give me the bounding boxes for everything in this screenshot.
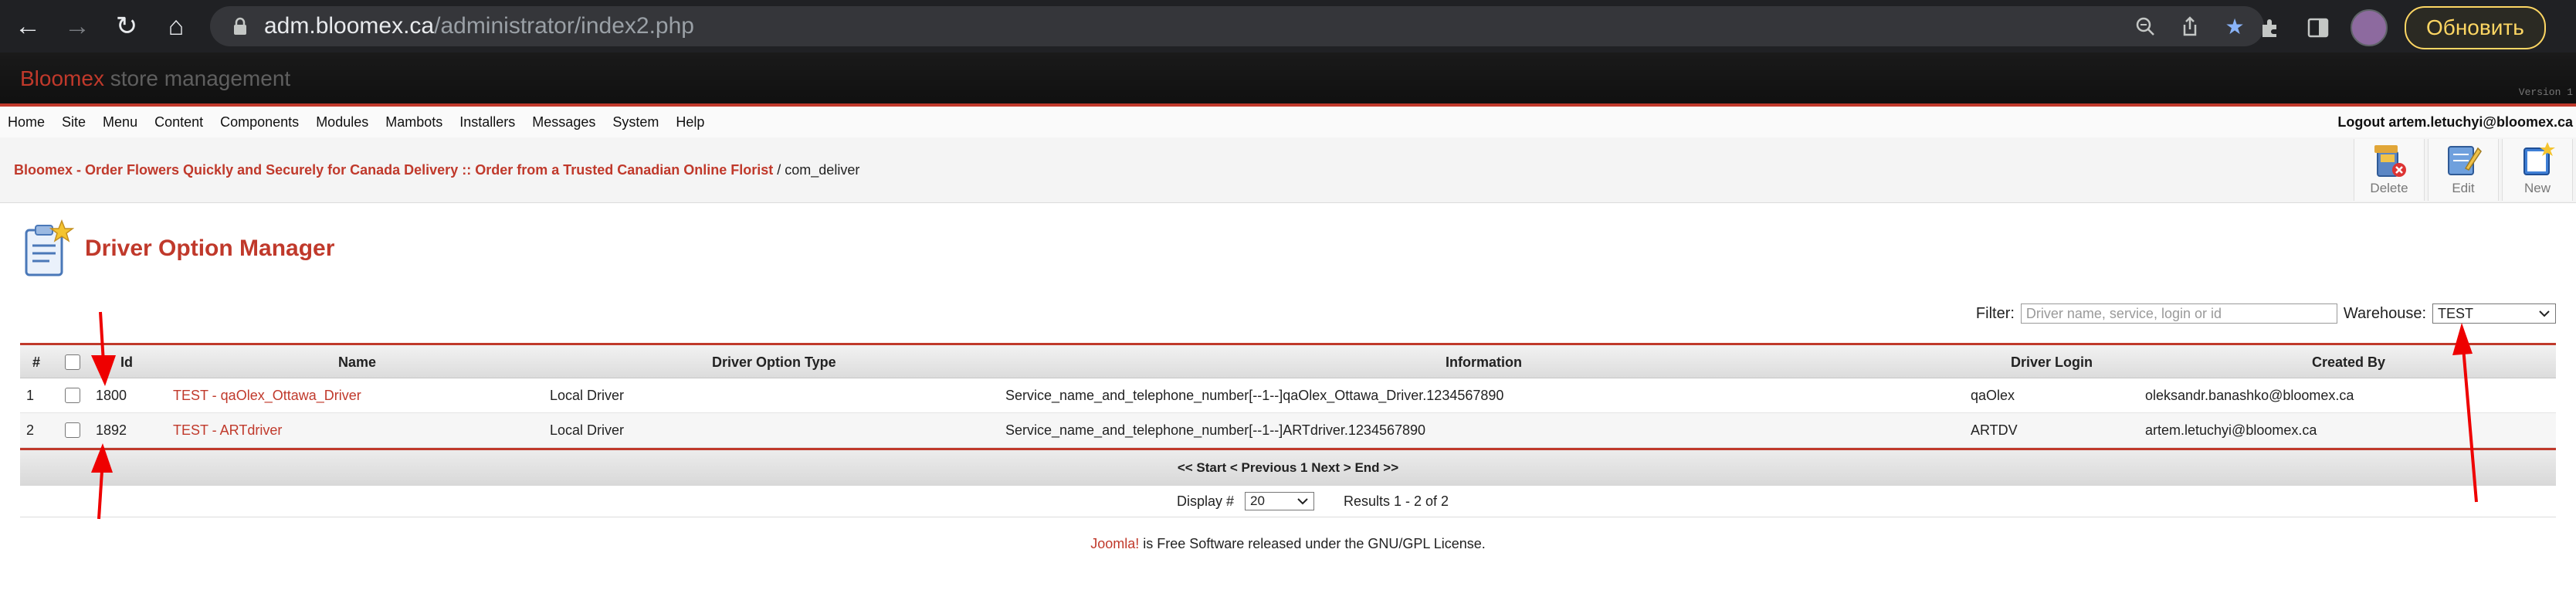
row-name-link[interactable]: TEST - qaOlex_Ottawa_Driver [173,388,361,403]
row-information: Service_name_and_telephone_number[--1--]… [1005,422,1426,438]
action-toolbar: Delete Edit New [2351,139,2573,201]
row-type: Local Driver [550,388,625,403]
menu-mambots[interactable]: Mambots [385,114,442,131]
page-title: Driver Option Manager [85,236,335,261]
menu-home[interactable]: Home [8,114,45,131]
browser-toolbar: ← → ↻ ⌂ adm.bloomex.ca/administrator/ind… [0,0,2576,53]
url-text: adm.bloomex.ca/administrator/index2.php [264,13,694,39]
menu-components[interactable]: Components [220,114,299,131]
row-checkbox[interactable] [65,422,80,438]
breadcrumb-component: com_deliver [785,162,860,178]
column-header-information[interactable]: Information [1446,354,1522,371]
admin-menu-bar: Home Site Menu Content Components Module… [0,107,2576,138]
zoom-icon[interactable] [2130,11,2161,42]
row-driver-login: ARTDV [1971,422,2018,438]
display-count-select[interactable]: 20 [1245,492,1314,510]
new-button[interactable]: New [2502,139,2573,201]
row-number: 1 [26,388,35,403]
row-id: 1800 [96,388,127,403]
warehouse-label: Warehouse: [2343,304,2426,322]
column-header-id[interactable]: Id [120,354,133,371]
menu-modules[interactable]: Modules [316,114,368,131]
menu-installers[interactable]: Installers [459,114,515,131]
logout-link[interactable]: Logout artem.letuchyi@bloomex.ca [2337,114,2573,131]
row-type: Local Driver [550,422,625,438]
menu-site[interactable]: Site [62,114,86,131]
edit-icon [2448,146,2482,175]
address-bar[interactable]: adm.bloomex.ca/administrator/index2.php … [210,6,2264,46]
main-menu: Home Site Menu Content Components Module… [8,114,704,131]
pathway-bar: Bloomex - Order Flowers Quickly and Secu… [0,137,2576,203]
side-panel-icon[interactable] [2303,8,2334,48]
row-information: Service_name_and_telephone_number[--1--]… [1005,388,1504,403]
row-number: 2 [26,422,35,438]
display-row: Display # 20 Results 1 - 2 of 2 [20,486,2556,517]
lock-icon [230,16,250,36]
version-label: Version 1 [2518,86,2573,98]
admin-header: Bloomex store management Version 1 [0,53,2576,103]
column-header-created-by[interactable]: Created By [2312,354,2385,371]
reload-icon[interactable]: ↻ [105,5,148,48]
clipboard-icon [25,219,74,276]
filter-input[interactable] [2020,303,2337,324]
filter-label: Filter: [1975,304,2015,322]
delete-icon [2374,145,2406,177]
menu-system[interactable]: System [612,114,659,131]
row-id: 1892 [96,422,127,438]
filter-row: Filter: Warehouse: TEST [1976,303,2556,324]
edit-button[interactable]: Edit [2428,139,2499,201]
menu-content[interactable]: Content [154,114,203,131]
menu-help[interactable]: Help [676,114,704,131]
home-icon[interactable]: ⌂ [154,5,198,48]
joomla-link[interactable]: Joomla! [1090,536,1139,551]
update-browser-button[interactable]: Обновить [2405,6,2546,49]
share-icon[interactable] [2174,11,2205,42]
warehouse-select[interactable]: TEST [2432,303,2556,324]
column-header-name[interactable]: Name [338,354,376,371]
row-name-link[interactable]: TEST - ARTdriver [173,422,282,438]
extensions-icon[interactable] [2255,8,2286,48]
table-row: 1 1800 TEST - qaOlex_Ottawa_Driver Local… [20,378,2556,413]
table-row: 2 1892 TEST - ARTdriver Local Driver Ser… [20,413,2556,448]
page-heading: Driver Option Manager [22,219,334,278]
column-header-driver-login[interactable]: Driver Login [2011,354,2093,371]
menu-menu[interactable]: Menu [103,114,137,131]
select-all-checkbox[interactable] [65,354,80,370]
chevron-down-icon [1297,498,1308,505]
pagination-nav[interactable]: << Start < Previous 1 Next > End >> [20,450,2556,486]
table-header: # Id Name Driver Option Type Information… [20,345,2556,378]
profile-avatar[interactable] [2351,9,2388,46]
bookmark-star-icon[interactable]: ★ [2219,11,2250,42]
column-header-number: # [32,354,41,370]
column-header-type[interactable]: Driver Option Type [712,354,836,371]
chevron-down-icon [2539,310,2550,317]
driver-options-table: # Id Name Driver Option Type Information… [20,343,2556,517]
breadcrumb: Bloomex - Order Flowers Quickly and Secu… [14,162,860,178]
row-created-by: oleksandr.banashko@bloomex.ca [2145,388,2354,403]
menu-messages[interactable]: Messages [532,114,595,131]
row-created-by: artem.letuchyi@bloomex.ca [2145,422,2317,438]
breadcrumb-site-link[interactable]: Bloomex - Order Flowers Quickly and Secu… [14,162,773,178]
delete-button[interactable]: Delete [2354,139,2425,201]
display-label: Display # [1177,493,1235,509]
row-driver-login: qaOlex [1971,388,2015,403]
back-arrow-icon[interactable]: ← [6,5,49,48]
admin-title: Bloomex store management [20,66,291,90]
row-checkbox[interactable] [65,388,80,403]
footer: Joomla! is Free Software released under … [1090,536,1486,551]
forward-arrow-icon[interactable]: → [56,5,99,48]
results-count: Results 1 - 2 of 2 [1344,493,1449,509]
new-icon [2523,142,2555,175]
